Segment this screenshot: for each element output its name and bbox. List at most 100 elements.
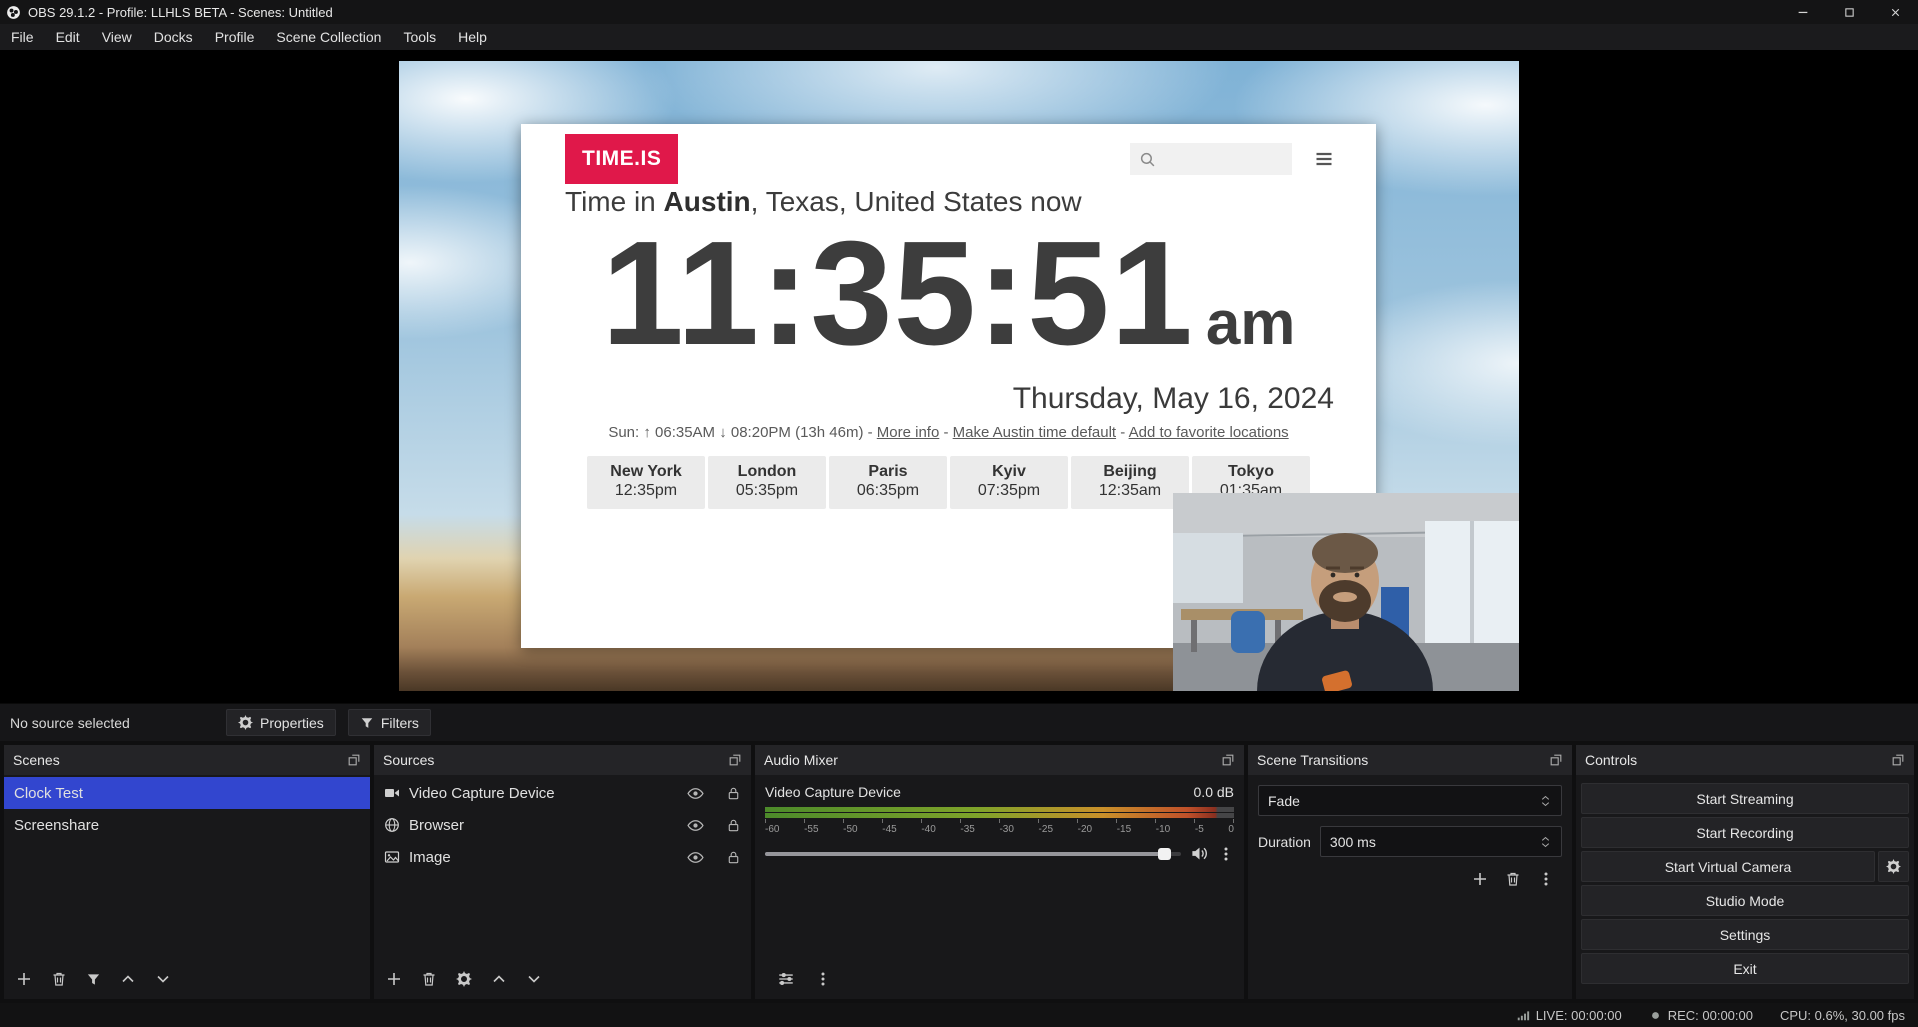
advanced-audio-button[interactable] bbox=[777, 970, 795, 988]
menu-file[interactable]: File bbox=[0, 24, 45, 50]
scene-filters-button[interactable] bbox=[86, 972, 101, 987]
lock-icon[interactable] bbox=[726, 850, 741, 865]
source-item-browser[interactable]: Browser bbox=[374, 809, 751, 841]
transition-select[interactable]: Fade bbox=[1258, 785, 1562, 816]
menu-view[interactable]: View bbox=[91, 24, 143, 50]
scale-label: -50 bbox=[843, 824, 857, 835]
source-label: Image bbox=[409, 849, 451, 866]
volume-slider[interactable] bbox=[765, 852, 1181, 856]
world-clock[interactable]: New York 12:35pm bbox=[587, 456, 705, 509]
close-icon bbox=[1889, 6, 1902, 19]
chevron-down-icon bbox=[155, 971, 171, 987]
popout-icon[interactable] bbox=[1221, 753, 1235, 767]
start-recording-button[interactable]: Start Recording bbox=[1581, 817, 1909, 848]
visibility-eye-icon[interactable] bbox=[687, 849, 704, 866]
virtual-camera-row: Start Virtual Camera bbox=[1581, 851, 1909, 882]
source-status-text: No source selected bbox=[10, 715, 130, 731]
dock-panels: Scenes Clock Test Screenshare bbox=[0, 741, 1918, 1003]
world-clock[interactable]: Beijing 12:35am bbox=[1071, 456, 1189, 509]
lock-icon[interactable] bbox=[726, 786, 741, 801]
sources-title: Sources bbox=[383, 752, 434, 768]
scene-item-screenshare[interactable]: Screenshare bbox=[4, 809, 370, 841]
sliders-icon bbox=[777, 970, 795, 988]
remove-source-button[interactable] bbox=[421, 971, 437, 987]
move-scene-up-button[interactable] bbox=[120, 971, 136, 987]
search-input[interactable] bbox=[1130, 143, 1292, 175]
sources-list: Video Capture Device Browser bbox=[374, 775, 751, 959]
meter-ticks bbox=[765, 819, 1234, 823]
maximize-button[interactable] bbox=[1826, 0, 1872, 24]
move-source-up-button[interactable] bbox=[491, 971, 507, 987]
mixer-options-button[interactable] bbox=[815, 971, 831, 987]
speaker-icon[interactable] bbox=[1190, 844, 1209, 863]
make-default-link[interactable]: Make Austin time default bbox=[953, 424, 1116, 441]
scene-item-clock-test[interactable]: Clock Test bbox=[4, 777, 370, 809]
volume-slider-handle[interactable] bbox=[1158, 848, 1171, 860]
visibility-eye-icon[interactable] bbox=[687, 785, 704, 802]
source-properties-button[interactable] bbox=[456, 971, 472, 987]
sun-times: Sun: ↑ 06:35AM ↓ 08:20PM (13h 46m) - bbox=[608, 424, 876, 441]
menu-edit[interactable]: Edit bbox=[45, 24, 91, 50]
remove-transition-button[interactable] bbox=[1505, 871, 1521, 887]
remove-scene-button[interactable] bbox=[51, 971, 67, 987]
popout-icon[interactable] bbox=[1891, 753, 1905, 767]
source-item-video-capture[interactable]: Video Capture Device bbox=[374, 777, 751, 809]
menu-help[interactable]: Help bbox=[447, 24, 498, 50]
virtual-camera-settings-button[interactable] bbox=[1878, 851, 1909, 882]
settings-button[interactable]: Settings bbox=[1581, 919, 1909, 950]
transition-properties-button[interactable] bbox=[1538, 871, 1554, 887]
mixer-footer-toolbar bbox=[765, 970, 1234, 999]
world-clock[interactable]: Kyiv 07:35pm bbox=[950, 456, 1068, 509]
meter-scale: -60-55-50-45-40-35-30-25-20-15-10-50 bbox=[765, 824, 1234, 835]
sources-footer-toolbar bbox=[374, 959, 751, 999]
minimize-button[interactable] bbox=[1780, 0, 1826, 24]
add-scene-button[interactable] bbox=[16, 971, 32, 987]
popout-icon[interactable] bbox=[347, 753, 361, 767]
live-status: LIVE: 00:00:00 bbox=[1516, 1008, 1622, 1023]
filters-button[interactable]: Filters bbox=[348, 709, 431, 736]
sources-panel: Sources Video Capture Device bbox=[374, 745, 751, 999]
source-label: Browser bbox=[409, 817, 464, 834]
world-clock-time: 06:35pm bbox=[829, 482, 947, 500]
popout-icon[interactable] bbox=[728, 753, 742, 767]
menu-scene-collection[interactable]: Scene Collection bbox=[265, 24, 392, 50]
move-scene-down-button[interactable] bbox=[155, 971, 171, 987]
menu-tools[interactable]: Tools bbox=[392, 24, 447, 50]
preview-canvas[interactable]: TIME.IS Time in Austin, Texas, United St… bbox=[399, 61, 1519, 691]
window-controls bbox=[1780, 0, 1918, 24]
lock-icon[interactable] bbox=[726, 818, 741, 833]
add-transition-button[interactable] bbox=[1472, 871, 1488, 887]
start-streaming-button[interactable]: Start Streaming bbox=[1581, 783, 1909, 814]
duration-spinbox[interactable]: 300 ms bbox=[1320, 826, 1562, 857]
status-bar: LIVE: 00:00:00 REC: 00:00:00 CPU: 0.6%, … bbox=[0, 1003, 1918, 1027]
close-button[interactable] bbox=[1872, 0, 1918, 24]
move-source-down-button[interactable] bbox=[526, 971, 542, 987]
scenes-list: Clock Test Screenshare bbox=[4, 775, 370, 959]
start-virtual-camera-button[interactable]: Start Virtual Camera bbox=[1581, 851, 1875, 882]
audio-mixer-title: Audio Mixer bbox=[764, 752, 838, 768]
kebab-menu-icon[interactable] bbox=[1218, 846, 1234, 862]
hamburger-menu-icon[interactable] bbox=[1312, 149, 1336, 169]
cpu-fps-stats: CPU: 0.6%, 30.00 fps bbox=[1780, 1008, 1905, 1023]
scale-label: -60 bbox=[765, 824, 779, 835]
source-item-image[interactable]: Image bbox=[374, 841, 751, 873]
scale-label: -5 bbox=[1195, 824, 1204, 835]
visibility-eye-icon[interactable] bbox=[687, 817, 704, 834]
menu-docks[interactable]: Docks bbox=[143, 24, 204, 50]
more-info-link[interactable]: More info bbox=[877, 424, 940, 441]
studio-mode-button[interactable]: Studio Mode bbox=[1581, 885, 1909, 916]
menu-profile[interactable]: Profile bbox=[204, 24, 266, 50]
world-clock-city: Paris bbox=[829, 463, 947, 481]
world-clock[interactable]: Paris 06:35pm bbox=[829, 456, 947, 509]
popout-icon[interactable] bbox=[1549, 753, 1563, 767]
favorite-link[interactable]: Add to favorite locations bbox=[1129, 424, 1289, 441]
properties-button[interactable]: Properties bbox=[226, 709, 336, 736]
add-source-button[interactable] bbox=[386, 971, 402, 987]
world-clock-city: New York bbox=[587, 463, 705, 481]
world-clock[interactable]: London 05:35pm bbox=[708, 456, 826, 509]
world-clock-time: 07:35pm bbox=[950, 482, 1068, 500]
clock-display: 11:35:51am bbox=[521, 220, 1376, 368]
transitions-title: Scene Transitions bbox=[1257, 752, 1368, 768]
timeis-logo: TIME.IS bbox=[565, 134, 678, 184]
exit-button[interactable]: Exit bbox=[1581, 953, 1909, 984]
